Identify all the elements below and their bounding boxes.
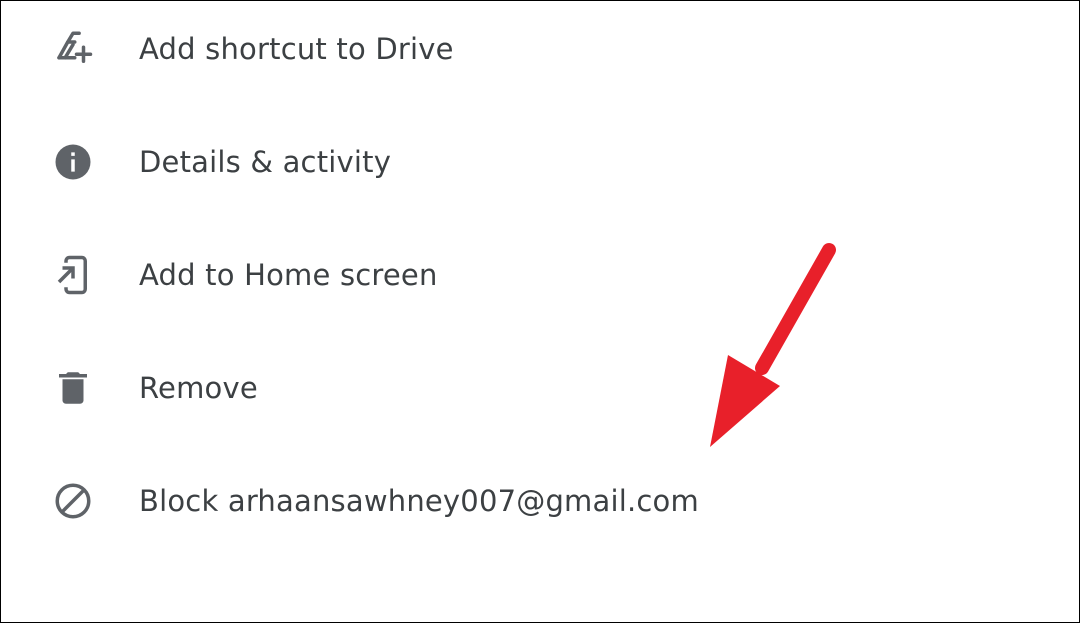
menu-item-details-activity[interactable]: Details & activity — [1, 105, 1079, 218]
menu-item-remove[interactable]: Remove — [1, 331, 1079, 444]
menu-panel: Add shortcut to Drive Details & activity — [0, 0, 1080, 623]
menu-item-block-sender[interactable]: Block arhaansawhney007@gmail.com — [1, 444, 1079, 557]
menu-item-label: Add shortcut to Drive — [139, 31, 454, 66]
info-icon — [52, 141, 94, 183]
block-icon — [52, 480, 94, 522]
menu-item-add-shortcut[interactable]: Add shortcut to Drive — [1, 0, 1079, 105]
drive-shortcut-add-icon — [52, 28, 94, 70]
menu-item-label: Details & activity — [139, 144, 392, 179]
menu-item-label: Remove — [139, 370, 258, 405]
menu-item-add-to-home[interactable]: Add to Home screen — [1, 218, 1079, 331]
menu-item-label: Add to Home screen — [139, 257, 438, 292]
trash-icon — [52, 367, 94, 409]
menu-item-label: Block arhaansawhney007@gmail.com — [139, 483, 699, 518]
add-to-home-screen-icon — [52, 254, 94, 296]
